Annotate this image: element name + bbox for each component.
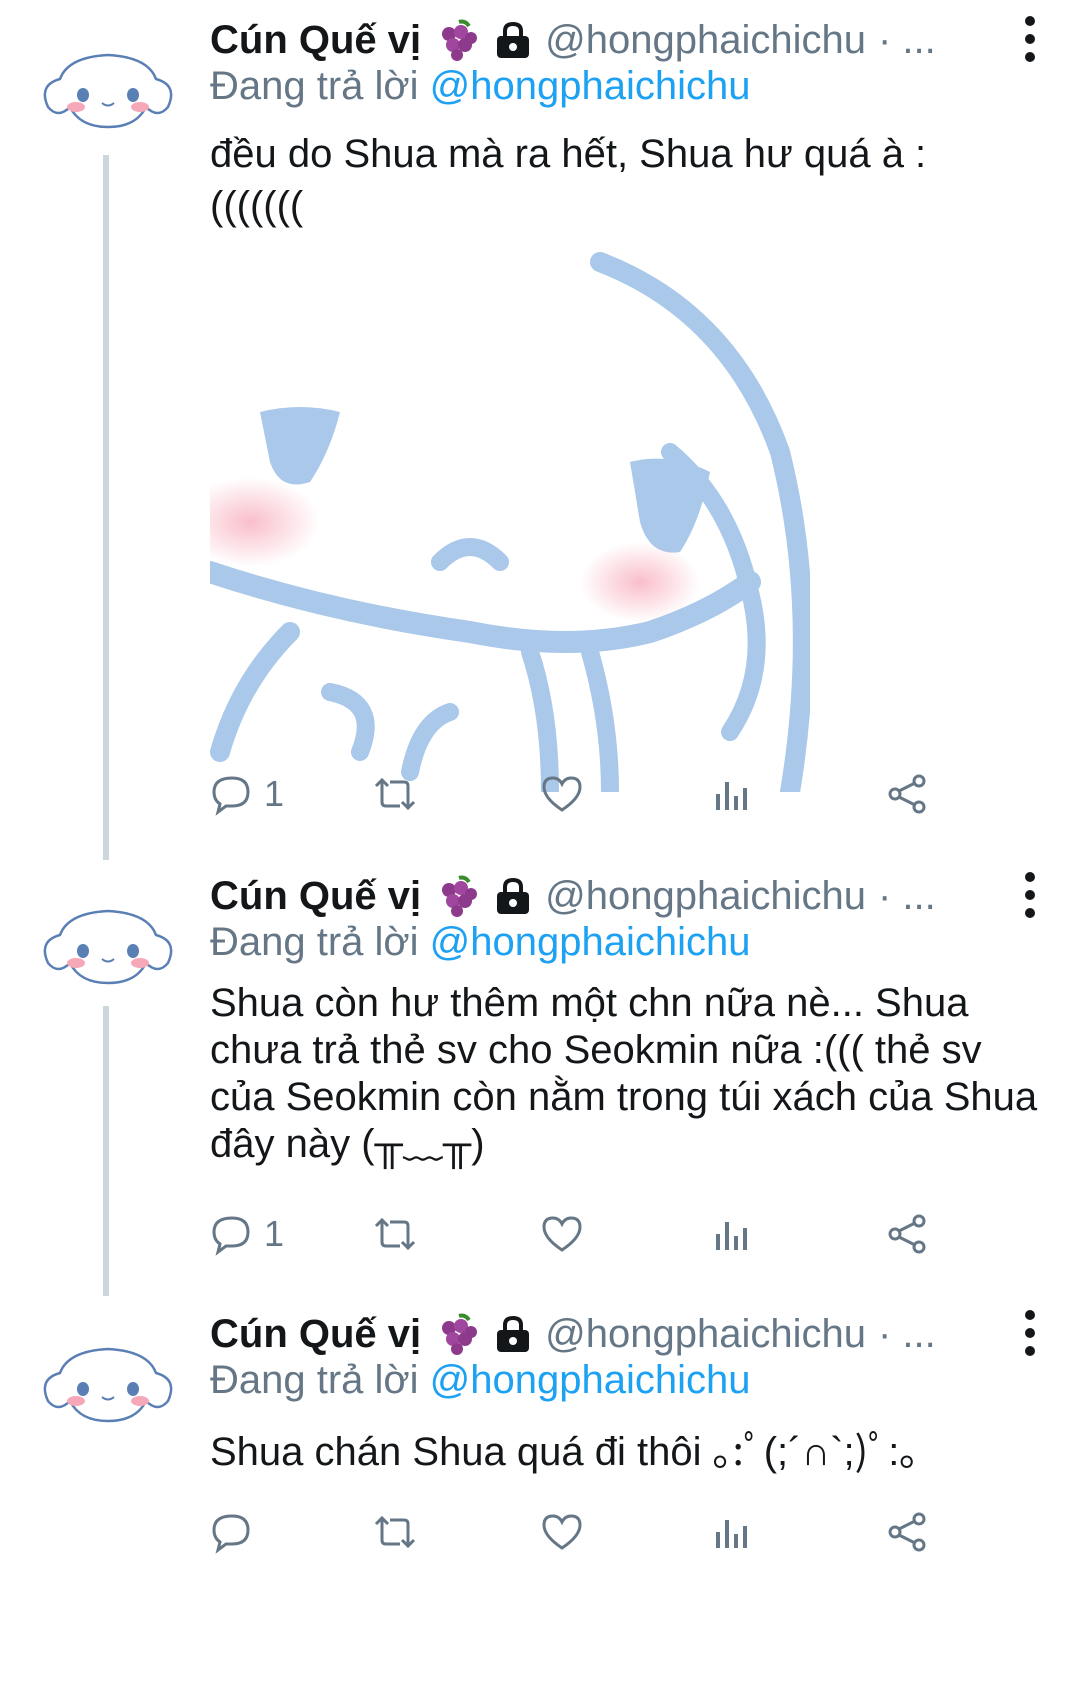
retweet-button[interactable] — [370, 766, 420, 822]
retweet-icon — [374, 1217, 416, 1251]
timestamp-truncated: · ... — [877, 17, 936, 62]
tweet-image[interactable]: @jAugai — [210, 252, 810, 792]
reply-count: 1 — [264, 773, 285, 814]
display-name[interactable]: Cún Quế vị — [210, 1312, 421, 1357]
analytics-button[interactable] — [710, 766, 754, 822]
lock-icon — [497, 877, 530, 914]
replying-to-label: Đang trả lời — [210, 920, 419, 964]
tweet-actions — [210, 1504, 1030, 1560]
display-name[interactable]: Cún Quế vị — [210, 874, 421, 919]
like-button[interactable] — [540, 1206, 584, 1262]
user-handle[interactable]: @hongphaichichu — [545, 874, 866, 919]
reply-mention-link[interactable]: @hongphaichichu — [430, 920, 751, 964]
user-handle[interactable]: @hongphaichichu — [545, 18, 866, 63]
share-button[interactable] — [885, 1504, 929, 1560]
replying-to-label: Đang trả lời — [210, 1358, 419, 1402]
reply-mention-link[interactable]: @hongphaichichu — [430, 1358, 751, 1402]
tweet-text: Shua còn hư thêm một chn nữa nè... Shua … — [210, 981, 1038, 1166]
timestamp-truncated: · ... — [877, 1311, 936, 1356]
share-icon — [888, 774, 926, 814]
thread-line — [103, 155, 109, 860]
heart-icon — [542, 1514, 582, 1550]
tweet-actions: 1 — [210, 766, 1030, 822]
retweet-button[interactable] — [370, 1504, 420, 1560]
more-options-icon[interactable] — [1020, 16, 1040, 66]
tweet-text: đều do Shua mà ra hết, Shua hư quá à : (… — [210, 132, 927, 228]
lock-icon — [497, 1315, 530, 1352]
reply-mention-link[interactable]: @hongphaichichu — [430, 64, 751, 108]
share-button[interactable] — [885, 1206, 929, 1262]
lock-icon — [497, 21, 530, 58]
reply-icon — [212, 1514, 250, 1554]
tweet-text: Shua chán Shua quá đi thôi ｡:ﾟ(;´∩`;)ﾟ:｡ — [210, 1430, 920, 1474]
retweet-icon — [374, 777, 416, 811]
grapes-icon — [442, 19, 478, 61]
grapes-icon — [442, 875, 478, 917]
avatar[interactable] — [38, 1339, 178, 1429]
reply-button[interactable]: 1 — [210, 766, 284, 822]
timestamp-truncated: · ... — [877, 873, 936, 918]
retweet-icon — [374, 1515, 416, 1549]
reply-button[interactable] — [210, 1504, 264, 1560]
analytics-icon — [716, 782, 747, 810]
heart-icon — [542, 1216, 582, 1252]
share-icon — [888, 1214, 926, 1254]
display-name[interactable]: Cún Quế vị — [210, 18, 421, 63]
analytics-button[interactable] — [710, 1206, 754, 1262]
retweet-button[interactable] — [370, 1206, 420, 1262]
analytics-icon — [716, 1222, 747, 1250]
like-button[interactable] — [540, 1504, 584, 1560]
replying-to: Đang trả lời @hongphaichichu — [210, 1358, 751, 1403]
tweet-actions: 1 — [210, 1206, 1030, 1262]
reply-icon — [212, 1216, 250, 1256]
reply-icon — [212, 776, 250, 816]
more-options-icon[interactable] — [1020, 1310, 1040, 1360]
analytics-button[interactable] — [710, 1504, 754, 1560]
more-options-icon[interactable] — [1020, 872, 1040, 922]
analytics-icon — [716, 1520, 747, 1548]
cinnamoroll-image: @jAugai — [210, 252, 810, 792]
share-icon — [888, 1512, 926, 1552]
replying-to: Đang trả lời @hongphaichichu — [210, 920, 751, 965]
avatar[interactable] — [38, 901, 178, 991]
grapes-icon — [442, 1313, 478, 1355]
replying-to: Đang trả lời @hongphaichichu — [210, 64, 751, 109]
user-handle[interactable]: @hongphaichichu — [545, 1312, 866, 1357]
reply-button[interactable]: 1 — [210, 1206, 284, 1262]
like-button[interactable] — [540, 766, 584, 822]
avatar[interactable] — [38, 45, 178, 135]
reply-count: 1 — [264, 1213, 285, 1254]
replying-to-label: Đang trả lời — [210, 64, 419, 108]
heart-icon — [542, 776, 582, 812]
share-button[interactable] — [885, 766, 929, 822]
thread-line — [103, 1006, 109, 1296]
